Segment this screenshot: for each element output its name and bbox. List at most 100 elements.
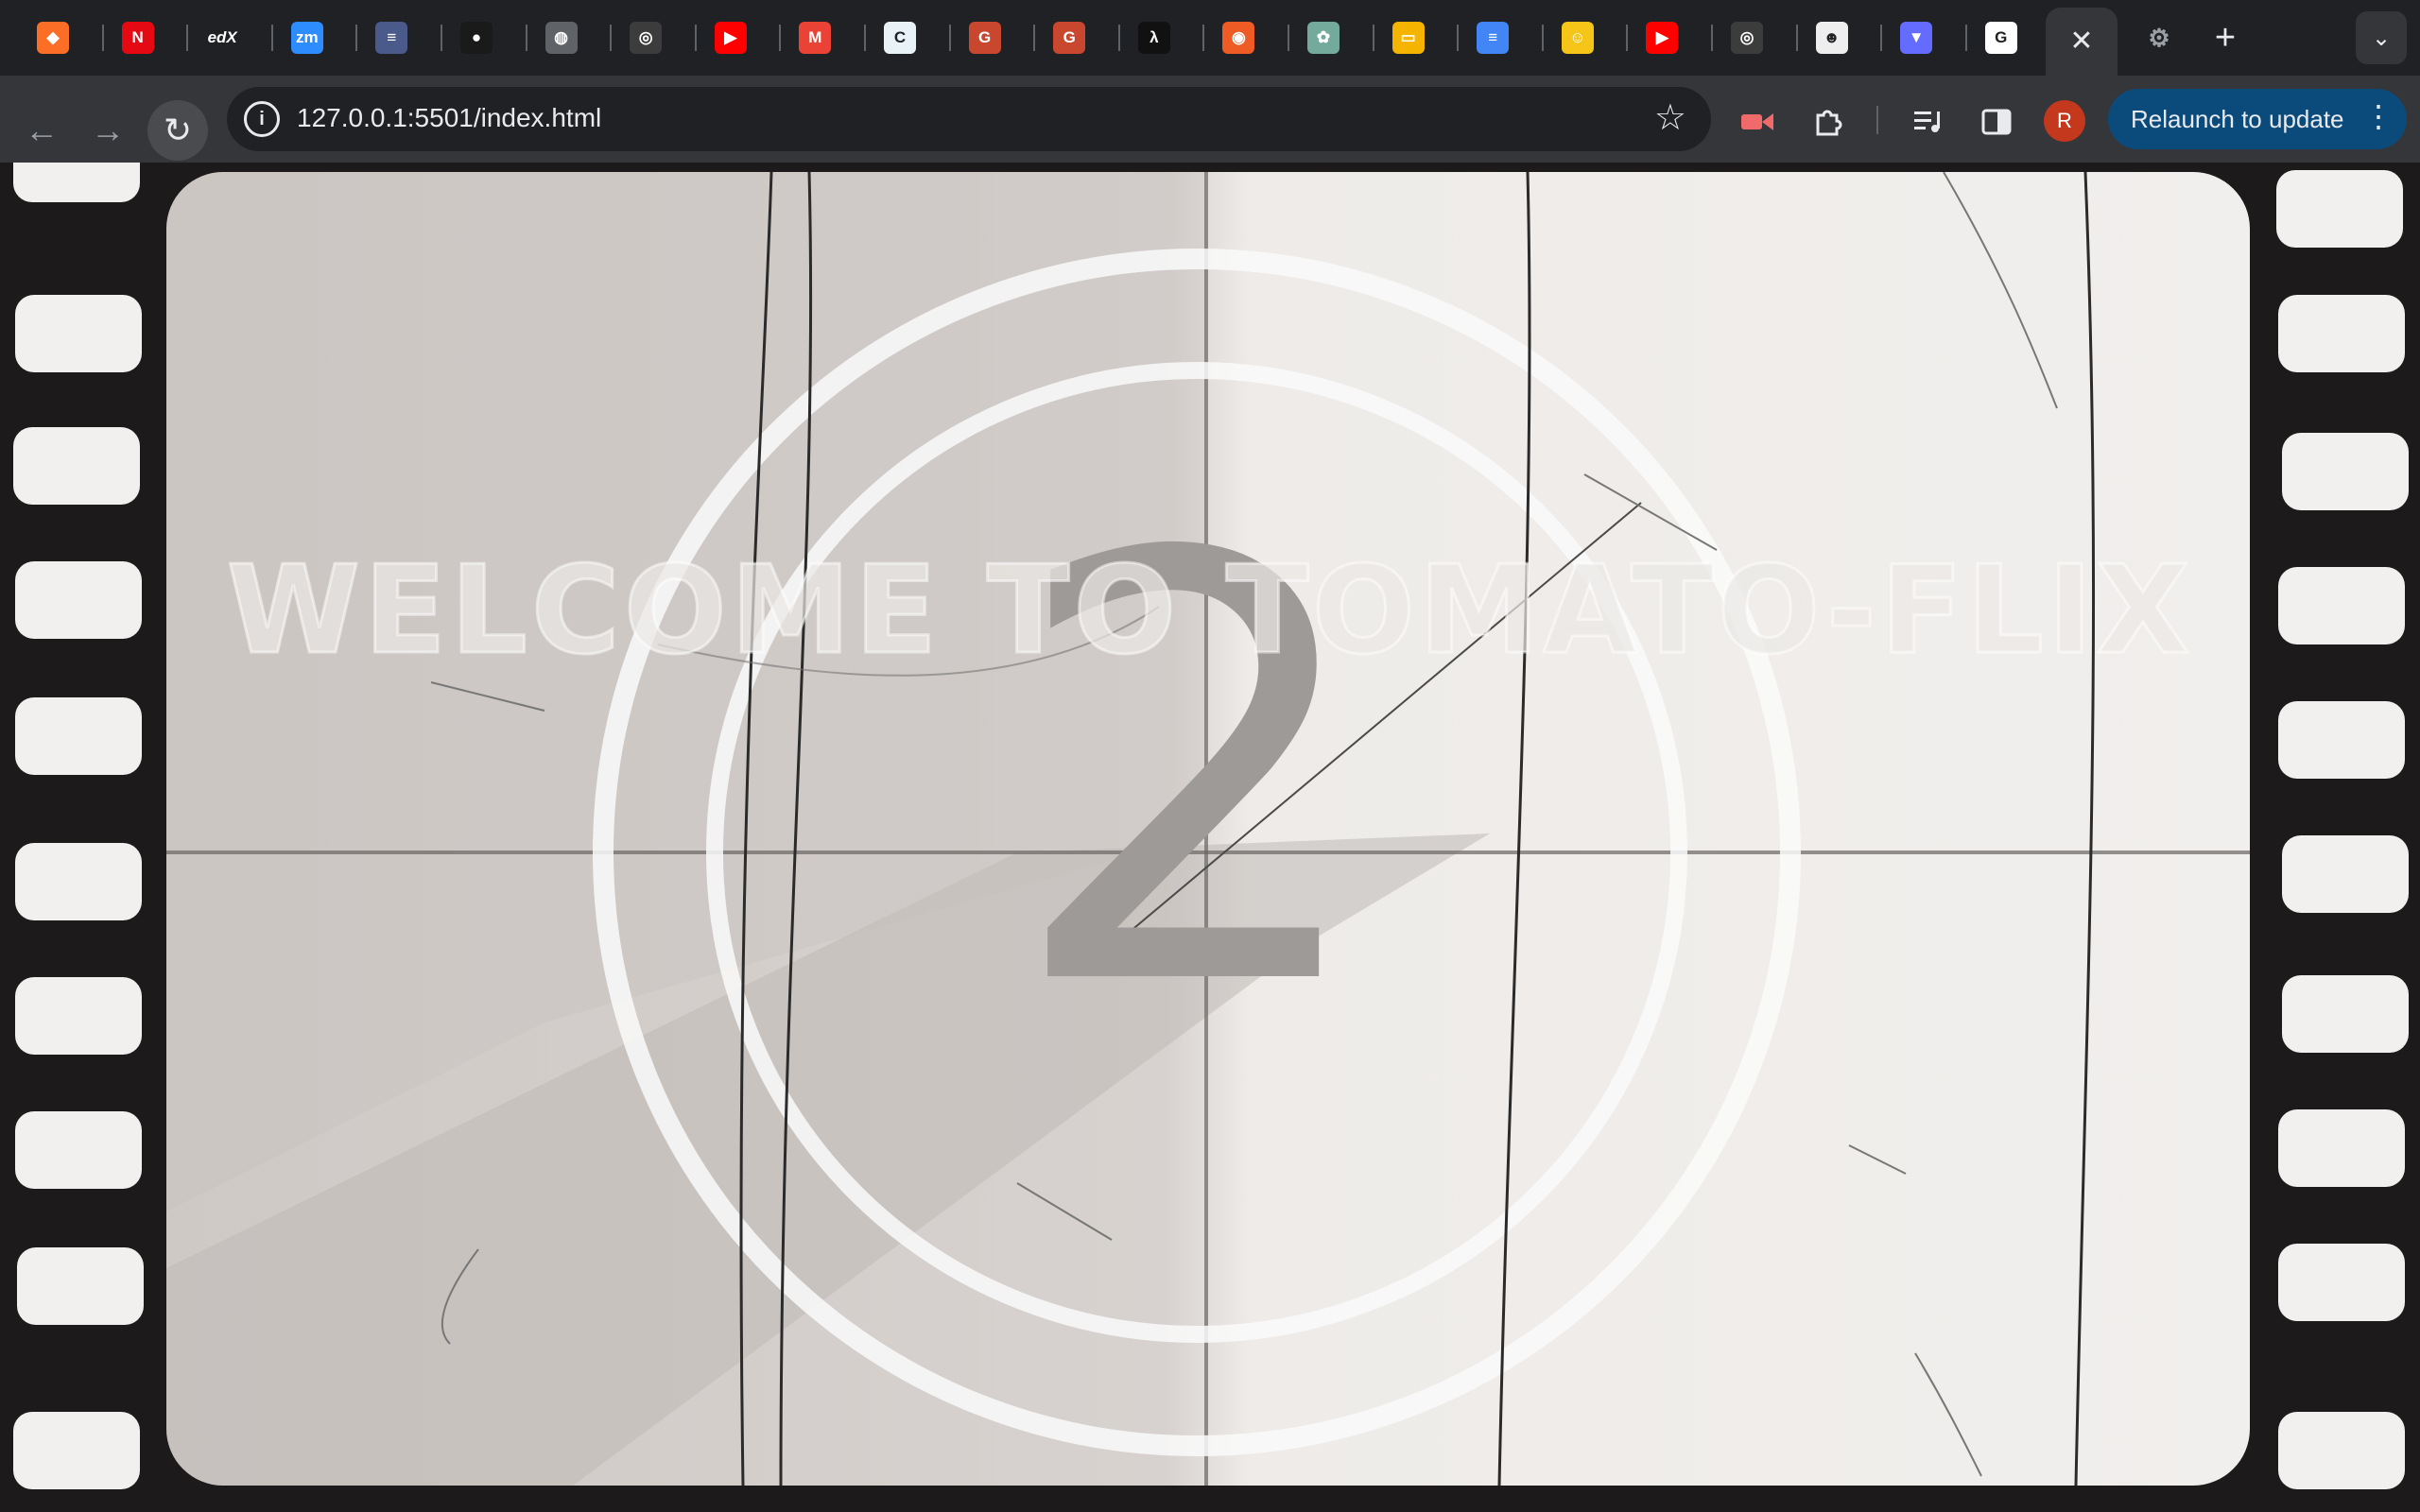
browser-tab[interactable]: ✿ <box>1299 13 1348 62</box>
reload-button[interactable]: ↻ <box>147 100 208 161</box>
copyleaks-icon: C <box>884 22 916 54</box>
browser-tab[interactable]: ◆ <box>28 13 78 62</box>
sprocket-hole <box>2278 295 2405 372</box>
gitlab-icon: ◆ <box>37 22 69 54</box>
globe-icon: ◍ <box>544 22 578 54</box>
sprocket-hole <box>13 163 140 202</box>
menu-icon[interactable]: ⋮ <box>2363 98 2394 134</box>
sprocket-hole <box>2282 975 2409 1053</box>
media-controls-icon[interactable] <box>1903 96 1954 147</box>
browser-tab[interactable]: ▼ <box>1892 13 1941 62</box>
youtube-icon: ▶ <box>1646 22 1679 54</box>
sprocket-hole <box>2278 701 2405 779</box>
avatar-icon: ☻ <box>1815 22 1848 54</box>
browser-tab[interactable]: zm <box>283 13 332 62</box>
sprocket-hole <box>13 427 140 505</box>
toolbar-divider <box>1876 106 1878 134</box>
browser-tab[interactable]: M <box>790 13 839 62</box>
active-tab[interactable]: ✕ <box>2046 8 2118 76</box>
tab-separator <box>779 25 782 51</box>
grammarly-icon: G <box>1053 22 1086 54</box>
tab-separator <box>694 25 697 51</box>
address-bar[interactable]: i 127.0.0.1:5501/index.html ☆ <box>227 87 1711 151</box>
bookmark-star-icon[interactable]: ☆ <box>1654 96 1686 139</box>
github-icon: ◎ <box>630 22 663 54</box>
browser-tab[interactable]: G <box>1977 13 2026 62</box>
browser-tab[interactable]: ≡ <box>367 13 416 62</box>
tab-separator <box>1880 25 1883 51</box>
browser-tab[interactable]: ≡ <box>1468 13 1517 62</box>
new-tab-button[interactable]: + <box>2203 17 2248 59</box>
tab-separator <box>948 25 951 51</box>
sprocket-hole <box>13 1412 140 1489</box>
sprocket-hole <box>2278 1109 2405 1187</box>
browser-tab[interactable]: ◍ <box>537 13 586 62</box>
browser-tab[interactable]: ▶ <box>1637 13 1686 62</box>
slides-icon: ▭ <box>1392 22 1425 54</box>
sprocket-hole <box>15 697 142 775</box>
edx-icon: edX <box>206 22 239 54</box>
sprocket-hole <box>15 843 142 920</box>
tab-separator <box>355 25 358 51</box>
tab-separator <box>1626 25 1629 51</box>
emoji-icon: ☺ <box>1561 22 1594 54</box>
tab-separator <box>525 25 527 51</box>
tab-separator <box>441 25 442 51</box>
google-icon: G <box>1984 22 2017 54</box>
tab-search-button[interactable]: ⌄ <box>2356 11 2407 64</box>
browser-tab[interactable]: ◎ <box>1722 13 1772 62</box>
sprocket-hole <box>2278 1412 2405 1489</box>
docs-icon: ≡ <box>375 22 408 54</box>
relaunch-label: Relaunch to update <box>2131 104 2344 133</box>
tab-separator <box>1541 25 1544 51</box>
sprocket-hole <box>2282 835 2409 913</box>
postman-icon: ◉ <box>1222 22 1255 54</box>
extra-tab[interactable]: ⚙ <box>2135 13 2184 62</box>
github-dark-icon: ● <box>460 22 493 54</box>
sprocket-hole <box>17 1247 144 1325</box>
tab-separator <box>101 25 104 51</box>
page-content: 2 WELCOME TO TOMATO-FLIX <box>0 163 2420 1512</box>
browser-tab[interactable]: edX <box>198 13 247 62</box>
profile-avatar[interactable]: R <box>2044 100 2085 142</box>
close-tab-icon[interactable]: ✕ <box>2069 27 2093 56</box>
chatgpt-icon: ✿ <box>1307 22 1340 54</box>
screen-recorder-icon[interactable] <box>1732 96 1783 147</box>
docs-icon: ≡ <box>1477 22 1510 54</box>
browser-tab[interactable]: ☻ <box>1807 13 1857 62</box>
sprocket-hole <box>15 295 142 372</box>
zoom-icon: zm <box>290 22 323 54</box>
grammarly-icon: G <box>968 22 1001 54</box>
browser-tab[interactable]: N <box>113 13 163 62</box>
relaunch-to-update-button[interactable]: Relaunch to update ⋮ <box>2108 89 2407 149</box>
sprocket-hole <box>2276 170 2403 248</box>
browser-tab[interactable]: ▭ <box>1384 13 1433 62</box>
sprocket-hole <box>15 977 142 1055</box>
browser-tab[interactable]: G <box>960 13 1010 62</box>
browser-tab[interactable]: ● <box>452 13 501 62</box>
browser-tab[interactable]: ☺ <box>1553 13 1602 62</box>
browser-tab[interactable]: λ <box>1130 13 1179 62</box>
settings-icon: ⚙ <box>2148 23 2170 52</box>
tab-separator <box>1457 25 1460 51</box>
youtube-icon: ▶ <box>714 22 747 54</box>
gmail-icon: M <box>799 22 832 54</box>
browser-tab[interactable]: ▶ <box>706 13 755 62</box>
github-icon: ◎ <box>1731 22 1763 54</box>
extensions-icon[interactable] <box>1803 96 1854 147</box>
browser-tab[interactable]: ◉ <box>1214 13 1263 62</box>
side-panel-icon[interactable] <box>1971 96 2022 147</box>
back-button[interactable]: ← <box>11 100 72 161</box>
forward-button[interactable]: → <box>78 100 138 161</box>
tab-separator <box>1711 25 1713 51</box>
tab-separator <box>1033 25 1036 51</box>
site-info-icon[interactable]: i <box>244 101 280 137</box>
sprocket-hole <box>2278 1244 2405 1321</box>
sprocket-hole <box>2282 433 2409 510</box>
url-text[interactable]: 127.0.0.1:5501/index.html <box>297 103 601 133</box>
browser-tab[interactable]: G <box>1045 13 1094 62</box>
lambda-icon: λ <box>1137 22 1170 54</box>
browser-tab[interactable]: ◎ <box>621 13 670 62</box>
tab-separator <box>1795 25 1798 51</box>
browser-tab[interactable]: C <box>875 13 925 62</box>
